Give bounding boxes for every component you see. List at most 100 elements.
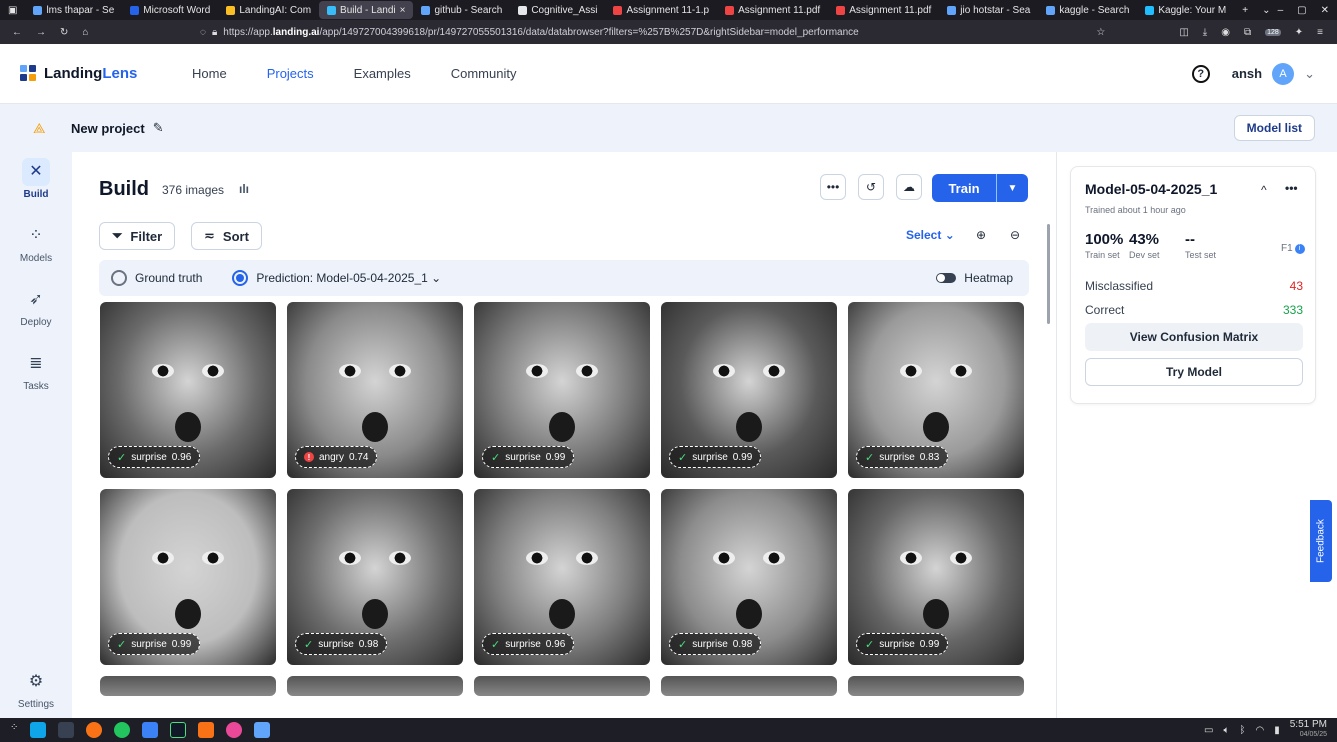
browser-tab[interactable]: Cognitive_Assi bbox=[510, 1, 605, 19]
system-clock[interactable]: 5:51 PM 04/05/25 bbox=[1290, 720, 1327, 740]
chevron-down-icon[interactable]: ⌄ bbox=[1304, 66, 1315, 82]
pocket-icon[interactable]: ◫ bbox=[1179, 27, 1188, 38]
prediction-tag[interactable]: ✓ surprise 0.83 bbox=[856, 446, 949, 468]
clipboard-icon[interactable]: ▭ bbox=[1204, 725, 1213, 736]
launcher-icon[interactable]: ⁘ bbox=[10, 722, 18, 738]
upload-button[interactable]: ☁ bbox=[896, 174, 922, 200]
image-viewer-app-icon[interactable] bbox=[254, 722, 271, 738]
terminal-app-icon[interactable] bbox=[58, 722, 75, 738]
sublime-app-icon[interactable] bbox=[198, 722, 215, 738]
metric-type[interactable]: F1 i bbox=[1281, 243, 1305, 254]
image-thumbnail[interactable]: ✓ surprise 0.96 bbox=[474, 489, 650, 665]
image-thumbnail[interactable]: ✓ surprise 0.99 bbox=[100, 489, 276, 665]
nav-home[interactable]: Home bbox=[172, 66, 247, 81]
chrome-app-icon[interactable] bbox=[114, 722, 131, 738]
ground-truth-label[interactable]: Ground truth bbox=[135, 271, 202, 285]
filter-button[interactable]: ⏷ Filter bbox=[99, 222, 176, 250]
battery-icon[interactable]: ▮ bbox=[1274, 725, 1280, 736]
prediction-tag[interactable]: ✓ surprise 0.96 bbox=[108, 446, 201, 468]
sidebar-item-deploy[interactable]: ➶ Deploy bbox=[0, 286, 72, 328]
bluetooth-icon[interactable]: ᛒ bbox=[1240, 725, 1246, 736]
pencil-icon[interactable]: ✎ bbox=[153, 120, 164, 136]
zoom-out-icon[interactable]: ⊖ bbox=[1006, 226, 1024, 244]
lock-icon[interactable]: 🔒︎ bbox=[212, 27, 217, 38]
browser-tab[interactable]: Assignment 11.pdf bbox=[828, 1, 939, 19]
tab-close-icon[interactable]: × bbox=[400, 5, 406, 16]
more-options-button[interactable]: ••• bbox=[820, 174, 846, 200]
project-name[interactable]: New project bbox=[71, 121, 145, 136]
chevron-up-icon[interactable]: ^ bbox=[1261, 183, 1267, 197]
prediction-tag[interactable]: ✓ surprise 0.99 bbox=[669, 446, 762, 468]
sidebar-item-tasks[interactable]: ≣ Tasks bbox=[0, 350, 72, 392]
prediction-tag[interactable]: ! angry 0.74 bbox=[295, 446, 378, 468]
menu-icon[interactable]: ≡ bbox=[1317, 27, 1323, 38]
nav-community[interactable]: Community bbox=[431, 66, 537, 81]
heatmap-toggle[interactable]: Heatmap bbox=[936, 271, 1013, 285]
bar-chart-icon[interactable]: ılı bbox=[239, 182, 249, 196]
close-icon[interactable]: ✕ bbox=[1321, 5, 1329, 16]
ground-truth-radio[interactable] bbox=[111, 270, 127, 286]
landinglens-logo[interactable]: LandingLens bbox=[0, 64, 172, 83]
prediction-tag[interactable]: ✓ surprise 0.99 bbox=[108, 633, 201, 655]
volume-icon[interactable]: 🔈︎ bbox=[1224, 725, 1230, 736]
prediction-tag[interactable]: ✓ surprise 0.96 bbox=[482, 633, 575, 655]
prediction-tag[interactable]: ✓ surprise 0.98 bbox=[295, 633, 388, 655]
ellipsis-icon[interactable]: ••• bbox=[1285, 181, 1298, 195]
pycharm-app-icon[interactable] bbox=[170, 722, 187, 738]
browser-tab[interactable]: github - Search bbox=[413, 1, 510, 19]
bookmark-star-icon[interactable]: ☆ bbox=[1096, 27, 1105, 38]
misclassified-row[interactable]: Misclassified 43 bbox=[1085, 279, 1303, 293]
info-icon[interactable]: i bbox=[1294, 243, 1305, 254]
sidebar-item-settings[interactable]: ⚙ Settings bbox=[0, 668, 72, 710]
sidebar-item-build[interactable]: ✕ Build bbox=[0, 158, 72, 200]
browser-tab[interactable]: Assignment 11.pdf bbox=[717, 1, 828, 19]
minimize-icon[interactable]: – bbox=[1278, 5, 1284, 16]
model-list-button[interactable]: Model list bbox=[1233, 115, 1315, 141]
help-icon[interactable]: ? bbox=[1191, 64, 1210, 83]
browser-tab[interactable]: Assignment 11-1.p bbox=[605, 1, 717, 19]
select-dropdown[interactable]: Select ⌄ bbox=[906, 228, 955, 242]
browser-tab[interactable]: Kaggle: Your M bbox=[1137, 1, 1234, 19]
image-thumbnail[interactable] bbox=[474, 676, 650, 696]
scrollbar[interactable] bbox=[1047, 224, 1050, 324]
tab-overflow-icon[interactable]: ⌄ bbox=[1256, 5, 1276, 16]
image-thumbnail[interactable]: ✓ surprise 0.99 bbox=[661, 302, 837, 478]
image-thumbnail[interactable]: ✓ surprise 0.99 bbox=[474, 302, 650, 478]
browser-tab[interactable]: jio hotstar - Sea bbox=[939, 1, 1038, 19]
wifi-icon[interactable]: ◠ bbox=[1256, 725, 1265, 736]
prediction-radio[interactable] bbox=[232, 270, 249, 286]
prediction-tag[interactable]: ✓ surprise 0.99 bbox=[856, 633, 949, 655]
image-thumbnail[interactable] bbox=[287, 676, 463, 696]
browser-tab[interactable]: lms thapar - Se bbox=[25, 1, 122, 19]
image-thumbnail[interactable]: ! angry 0.74 bbox=[287, 302, 463, 478]
image-thumbnail[interactable]: ✓ surprise 0.99 bbox=[848, 489, 1024, 665]
prediction-tag[interactable]: ✓ surprise 0.98 bbox=[669, 633, 762, 655]
image-thumbnail[interactable]: ✓ surprise 0.83 bbox=[848, 302, 1024, 478]
maximize-icon[interactable]: ▢ bbox=[1297, 5, 1306, 16]
back-icon[interactable]: ← bbox=[12, 27, 22, 38]
view-confusion-matrix-button[interactable]: View Confusion Matrix bbox=[1085, 323, 1303, 351]
zoom-in-icon[interactable]: ⊕ bbox=[972, 226, 990, 244]
sort-button[interactable]: ≂ Sort bbox=[191, 222, 262, 250]
image-thumbnail[interactable]: ✓ surprise 0.98 bbox=[661, 489, 837, 665]
image-thumbnail[interactable] bbox=[100, 676, 276, 696]
tab-list-icon[interactable]: ▣ bbox=[0, 5, 25, 16]
url-field[interactable]: https://app.landing.ai/app/1497270043996… bbox=[223, 27, 858, 38]
image-thumbnail[interactable]: ✓ surprise 0.96 bbox=[100, 302, 276, 478]
firefox-app-icon[interactable] bbox=[86, 722, 103, 738]
sidebar-item-models[interactable]: ⁘ Models bbox=[0, 222, 72, 264]
extension-badge[interactable]: 128 bbox=[1265, 28, 1281, 36]
prediction-dropdown[interactable]: Prediction: Model-05-04-2025_1 ⌄ bbox=[256, 271, 441, 285]
new-tab-button[interactable]: + bbox=[1234, 5, 1256, 16]
avatar[interactable]: A bbox=[1272, 62, 1295, 85]
media-app-icon[interactable] bbox=[226, 722, 243, 738]
toggle-switch[interactable] bbox=[936, 273, 957, 283]
account-icon[interactable]: ◉ bbox=[1221, 27, 1230, 38]
nav-examples[interactable]: Examples bbox=[334, 66, 431, 81]
reload-icon[interactable]: ↻ bbox=[60, 27, 68, 38]
home-icon[interactable]: ⌂ bbox=[82, 27, 88, 38]
forward-icon[interactable]: → bbox=[36, 27, 46, 38]
browser-tab[interactable]: Microsoft Word bbox=[122, 1, 218, 19]
browser-tab[interactable]: LandingAI: Com bbox=[218, 1, 319, 19]
image-thumbnail[interactable]: ✓ surprise 0.98 bbox=[287, 489, 463, 665]
